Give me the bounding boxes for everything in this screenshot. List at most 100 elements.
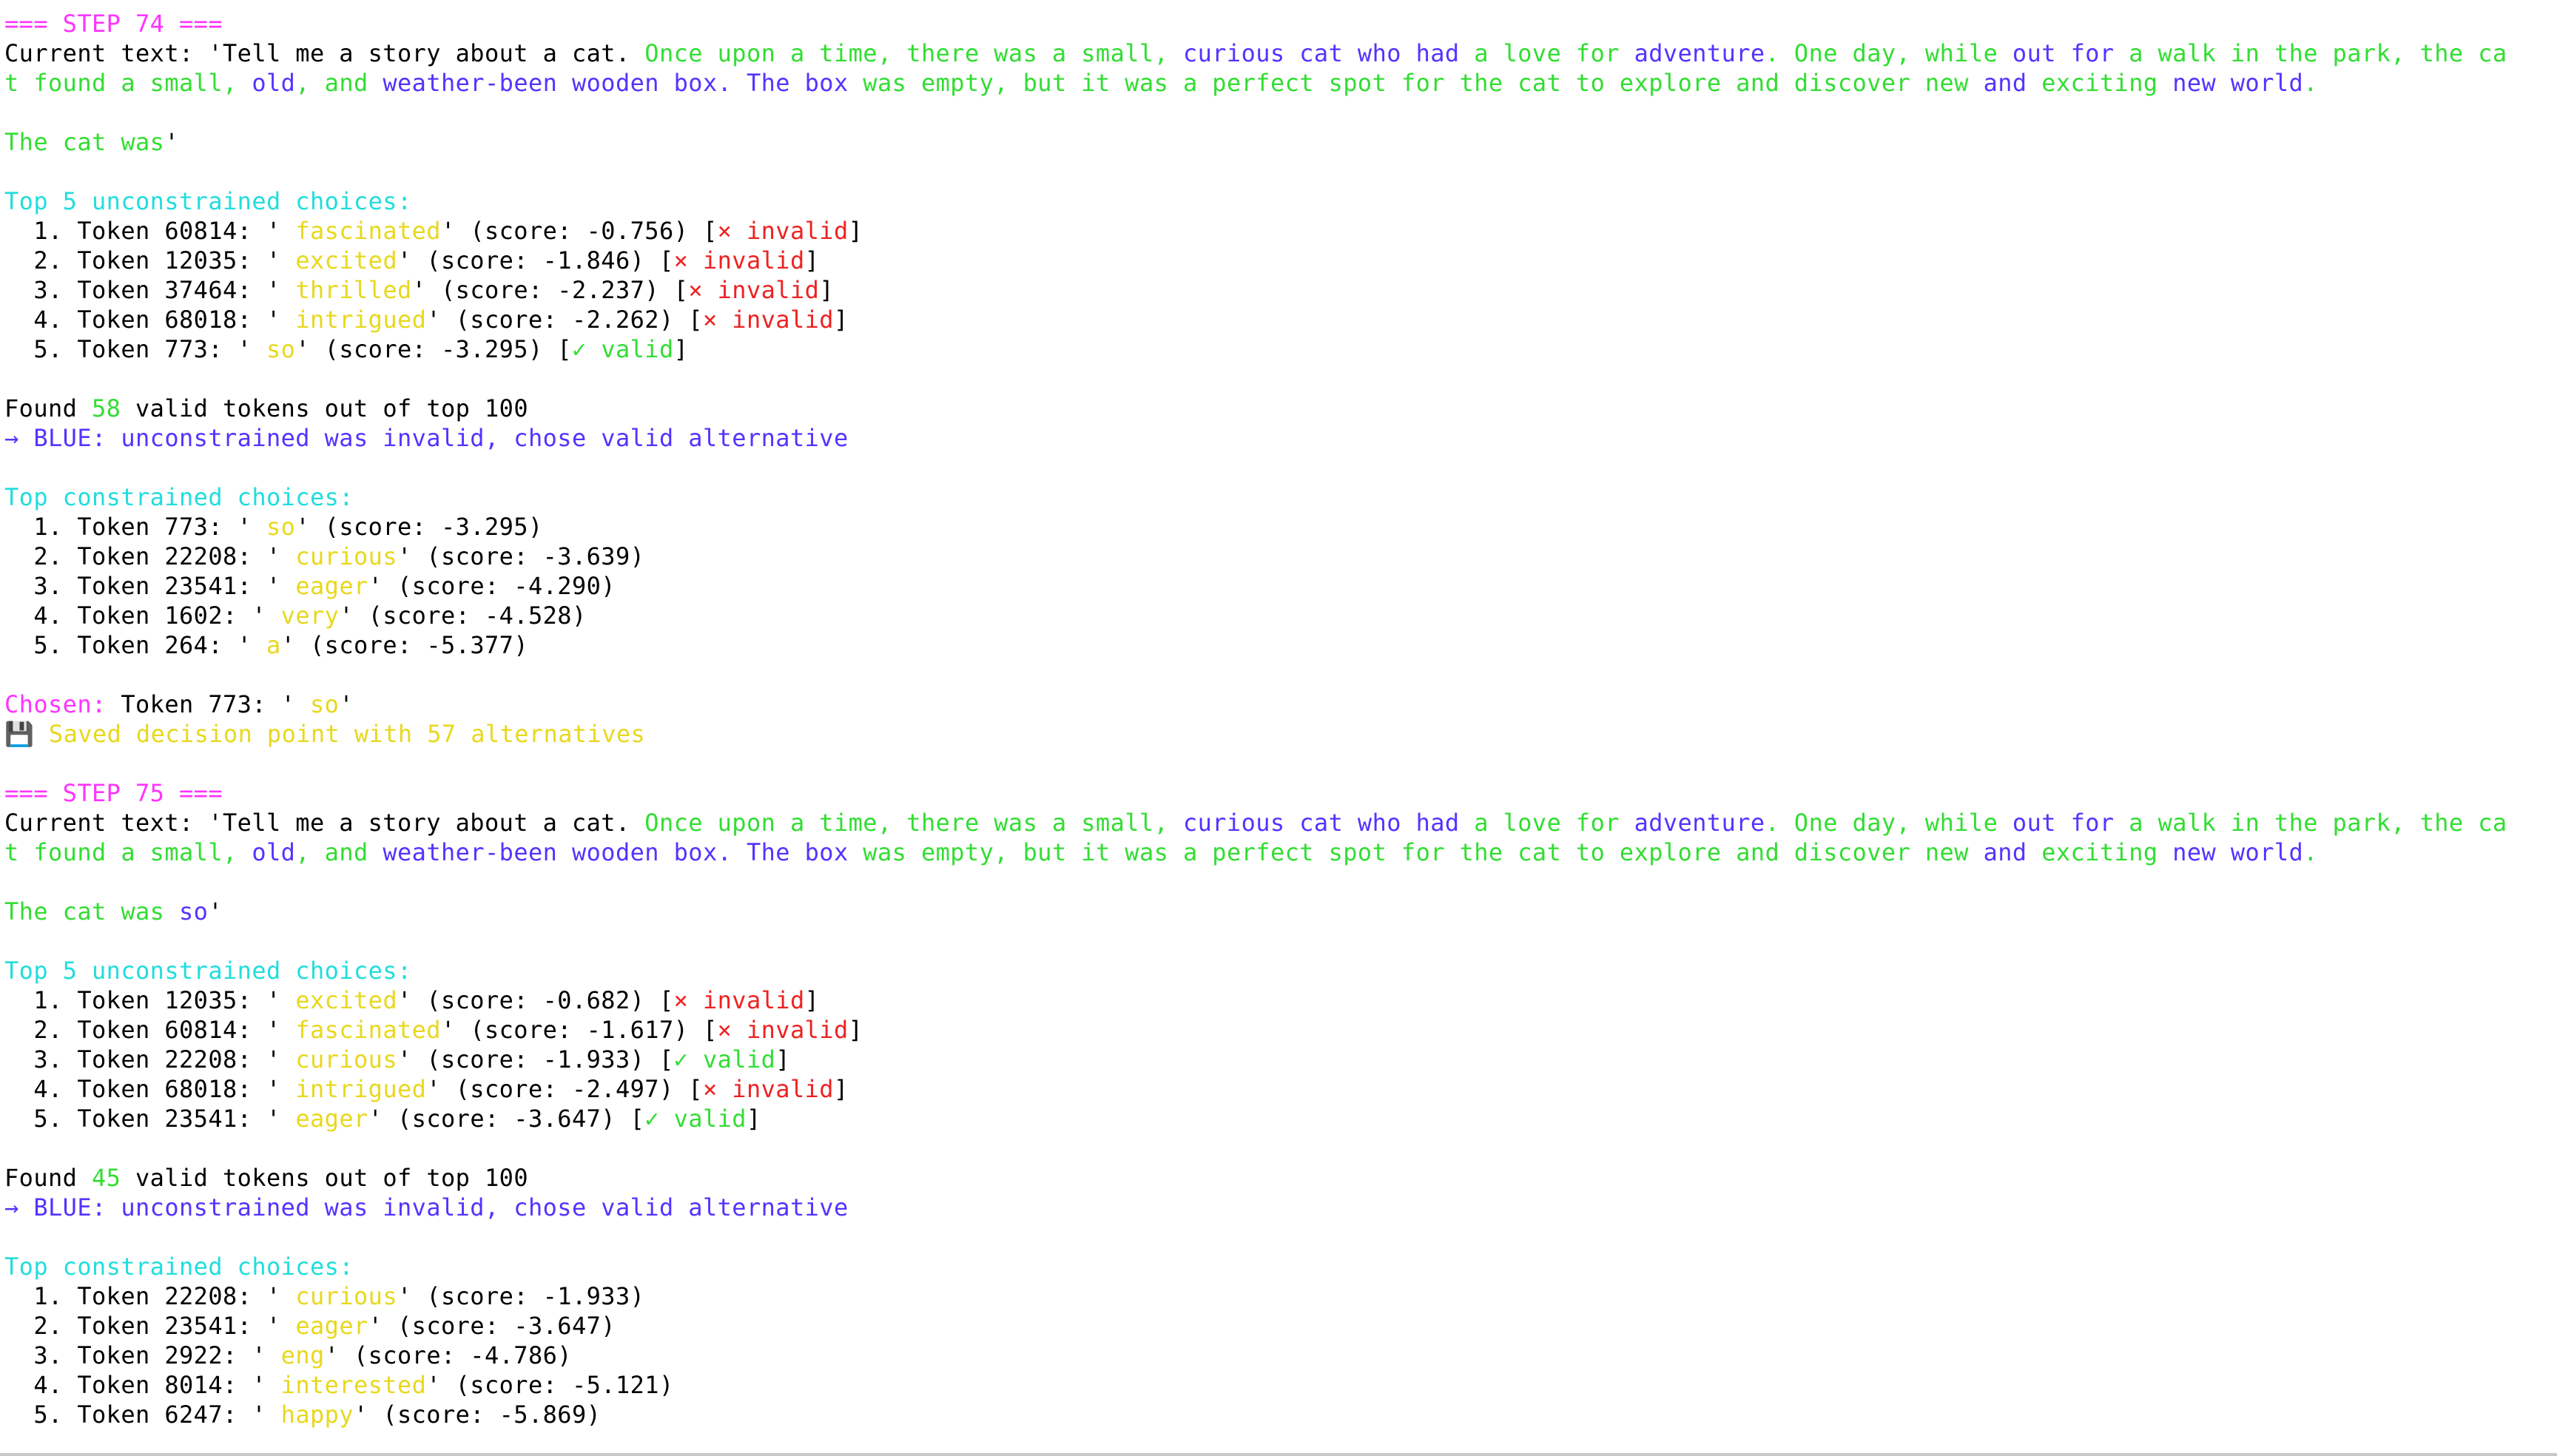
terminal-text-segment: was empty, but it was a perfect spot for… <box>848 838 1984 866</box>
terminal-text-segment: old <box>252 69 296 97</box>
terminal-text-segment: ' (score: -5.869) <box>353 1401 602 1429</box>
terminal-text-segment: 5. Token 6247: ' <box>4 1401 266 1429</box>
terminal-text-segment: ' (score: -1.617) [ <box>440 1016 718 1044</box>
terminal-text-segment: a love for <box>1459 39 1634 67</box>
terminal-text-segment: Top constrained choices: <box>4 483 354 511</box>
terminal-text-segment: 2. Token 23541: ' <box>4 1312 281 1340</box>
terminal-text-segment: ] <box>833 1075 849 1103</box>
terminal-text-segment: curious cat who had <box>1182 809 1460 837</box>
terminal-text-segment: adventure <box>1634 809 1765 837</box>
terminal-text-segment: ' (score: -2.262) [ <box>426 306 703 334</box>
terminal-text-segment: === STEP 75 === <box>4 779 223 807</box>
terminal-text-segment: ' (score: -0.682) [ <box>397 986 674 1014</box>
terminal-text-segment: . One day, while <box>1765 809 2012 837</box>
terminal-line: Found 58 valid tokens out of top 100 <box>4 394 528 423</box>
terminal-text-segment: . <box>2303 69 2318 97</box>
terminal-text-segment: ' (score: -5.377) <box>280 631 528 659</box>
terminal-text-segment: × invalid <box>673 986 805 1014</box>
terminal-text-segment: excited <box>280 986 397 1014</box>
terminal-text-segment: ' (score: -4.290) <box>368 572 616 600</box>
terminal-text-segment: ' (score: -1.846) [ <box>397 246 674 274</box>
terminal-text-segment: ' (score: -2.237) [ <box>411 276 689 304</box>
terminal-text-segment: ✓ valid <box>673 1045 776 1074</box>
terminal-text-segment: ✓ valid <box>644 1105 747 1133</box>
terminal-text-segment: curious cat who had <box>1182 39 1460 67</box>
terminal-text-segment: out for <box>2012 809 2115 837</box>
terminal-text-segment: The cat was <box>4 128 165 156</box>
terminal-text-segment: a love for <box>1459 809 1634 837</box>
terminal-text-segment: Token 773: ' <box>106 690 296 718</box>
terminal-line: 2. Token 23541: ' eager' (score: -3.647) <box>4 1311 616 1341</box>
terminal-text-segment: 58 <box>92 394 121 422</box>
terminal-text-segment: new world <box>2172 69 2304 97</box>
terminal-text-segment: excited <box>280 246 397 274</box>
terminal-text-segment: × invalid <box>717 217 849 245</box>
terminal-text-segment: out for <box>2012 39 2115 67</box>
terminal-text-segment: valid tokens out of top 100 <box>121 394 528 422</box>
terminal-text-segment: curious <box>280 1045 397 1074</box>
terminal-text-segment: so <box>295 690 340 718</box>
terminal-text-segment: Current text: 'Tell me a story about a c… <box>4 39 645 67</box>
terminal-text-segment: ' (score: -2.497) [ <box>426 1075 703 1103</box>
terminal-text-segment: new world <box>2172 838 2304 866</box>
terminal-line: The cat was so' <box>4 897 223 926</box>
terminal-text-segment: 1. Token 12035: ' <box>4 986 281 1014</box>
terminal-text-segment: ] <box>775 1045 790 1074</box>
terminal-text-segment: ] <box>804 246 820 274</box>
terminal-text-segment: so <box>252 335 296 363</box>
terminal-line: 5. Token 773: ' so' (score: -3.295) [✓ v… <box>4 334 688 364</box>
terminal-text-segment: , and <box>295 838 383 866</box>
terminal-text-segment: , and <box>295 69 383 97</box>
terminal-line: Top constrained choices: <box>4 482 354 512</box>
terminal-line: 1. Token 60814: ' fascinated' (score: -0… <box>4 216 863 246</box>
terminal-text-segment: × invalid <box>717 1016 849 1044</box>
terminal-text-segment: ' (score: -3.295) [ <box>295 335 572 363</box>
terminal-text-segment: Once upon a time, there was a small, <box>644 809 1183 837</box>
terminal-line: 5. Token 264: ' a' (score: -5.377) <box>4 630 528 660</box>
terminal-text-segment: 5. Token 23541: ' <box>4 1105 281 1133</box>
terminal-text-segment: curious <box>280 1282 397 1310</box>
terminal-text-segment: 4. Token 8014: ' <box>4 1371 266 1399</box>
terminal-text-segment: valid tokens out of top 100 <box>121 1164 528 1192</box>
terminal-text-segment: 4. Token 68018: ' <box>4 1075 281 1103</box>
terminal-text-segment: old <box>252 838 296 866</box>
terminal-text-segment: × invalid <box>702 1075 834 1103</box>
terminal-line: Current text: 'Tell me a story about a c… <box>4 38 2507 68</box>
terminal-line: 2. Token 22208: ' curious' (score: -3.63… <box>4 542 644 571</box>
terminal-line: 4. Token 8014: ' interested' (score: -5.… <box>4 1370 674 1400</box>
terminal-text-segment: 4. Token 68018: ' <box>4 306 281 334</box>
terminal-text-segment: 3. Token 37464: ' <box>4 276 281 304</box>
terminal-output: === STEP 74 === Current text: 'Tell me a … <box>0 0 2557 1456</box>
terminal-line: 5. Token 23541: ' eager' (score: -3.647)… <box>4 1104 761 1133</box>
terminal-text-segment: a walk in the park, the ca <box>2114 39 2507 67</box>
terminal-text-segment: 1. Token 22208: ' <box>4 1282 281 1310</box>
terminal-line: The cat was' <box>4 127 179 157</box>
terminal-line: 2. Token 60814: ' fascinated' (score: -1… <box>4 1015 863 1045</box>
terminal-text-segment: adventure <box>1634 39 1765 67</box>
terminal-text-segment: thrilled <box>280 276 412 304</box>
terminal-line: 3. Token 22208: ' curious' (score: -1.93… <box>4 1045 790 1074</box>
terminal-line: → BLUE: unconstrained was invalid, chose… <box>4 1193 849 1222</box>
terminal-line: 3. Token 2922: ' eng' (score: -4.786) <box>4 1341 572 1370</box>
terminal-line: === STEP 74 === <box>4 9 223 38</box>
terminal-text-segment: Current text: 'Tell me a story about a c… <box>4 809 645 837</box>
terminal-text-segment: ] <box>848 1016 863 1044</box>
terminal-text-segment: ' (score: -5.121) <box>426 1371 674 1399</box>
terminal-text-segment: 5. Token 773: ' <box>4 335 252 363</box>
terminal-text-segment: eng <box>266 1341 325 1369</box>
terminal-text-segment: ' <box>339 690 354 718</box>
terminal-text-segment: 3. Token 2922: ' <box>4 1341 266 1369</box>
terminal-text-segment: ' (score: -1.933) <box>397 1282 645 1310</box>
terminal-line: 1. Token 12035: ' excited' (score: -0.68… <box>4 985 819 1015</box>
terminal-text-segment: eager <box>280 1312 368 1340</box>
terminal-line: Top constrained choices: <box>4 1252 354 1281</box>
terminal-text-segment: ' (score: -3.647) [ <box>368 1105 645 1133</box>
terminal-text-segment: Saved decision point with 57 alternative… <box>34 720 646 748</box>
terminal-line: t found a small, old, and weather-been w… <box>4 68 2318 98</box>
terminal-line: 1. Token 22208: ' curious' (score: -1.93… <box>4 1281 644 1311</box>
terminal-text-segment: fascinated <box>280 217 441 245</box>
terminal-line: === STEP 75 === <box>4 778 223 808</box>
terminal-text-segment: 3. Token 23541: ' <box>4 572 281 600</box>
terminal-text-segment: 2. Token 22208: ' <box>4 542 281 570</box>
terminal-text-segment: Once upon a time, there was a small, <box>644 39 1183 67</box>
